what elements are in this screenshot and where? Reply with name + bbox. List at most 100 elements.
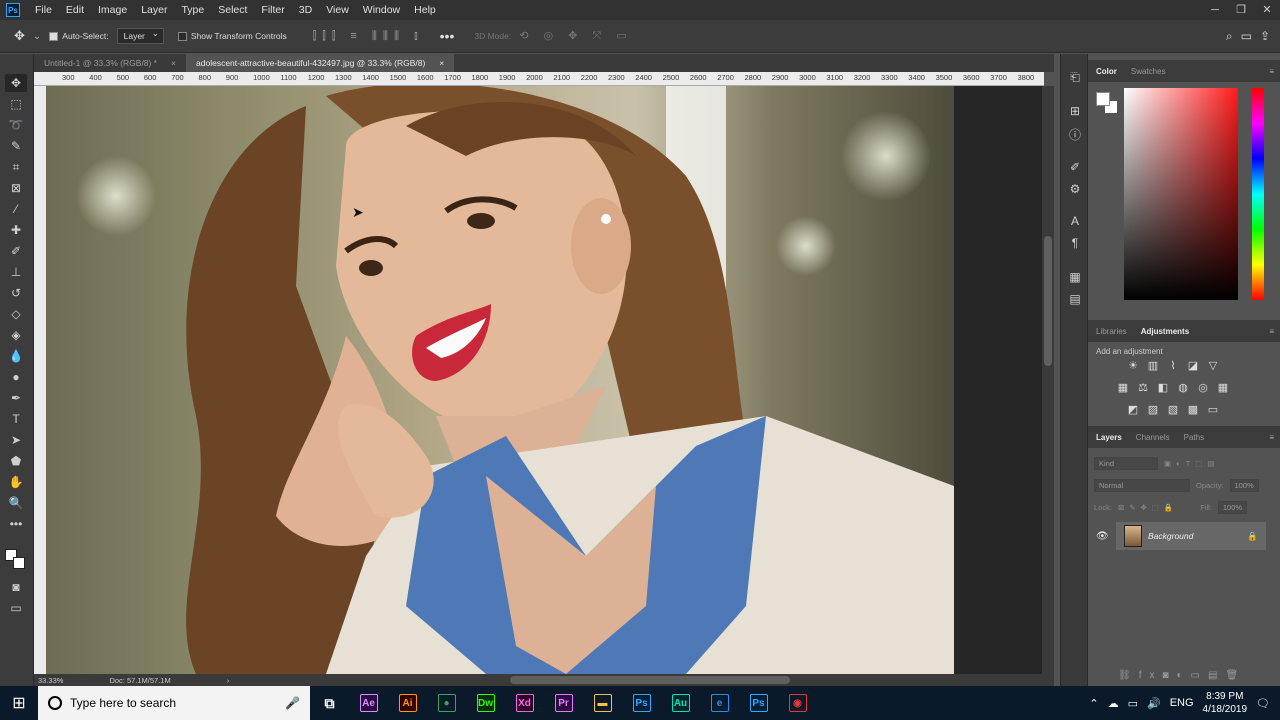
auto-select-target-dropdown[interactable]: Layer	[116, 28, 164, 44]
info-icon[interactable]: ⓘ	[1067, 126, 1083, 143]
close-icon[interactable]: ×	[439, 54, 444, 72]
selective-color-icon[interactable]: ▩	[1186, 404, 1200, 416]
opacity-field[interactable]: 100%	[1229, 478, 1259, 492]
glyphs-icon[interactable]: ▦	[1067, 270, 1083, 284]
tab-libraries[interactable]: Libraries	[1096, 327, 1127, 336]
brush-settings-icon[interactable]: ⚙	[1067, 182, 1083, 196]
gradient-tool-icon[interactable]: ◈	[5, 326, 27, 344]
taskbar-app-9[interactable]: e	[700, 686, 739, 720]
type-tool-icon[interactable]: T	[5, 410, 27, 428]
photo-filter-icon[interactable]: ◍	[1176, 382, 1190, 394]
properties-icon[interactable]: ⊞	[1067, 104, 1083, 118]
exposure-icon[interactable]: ◪	[1186, 360, 1200, 372]
taskbar-app-3[interactable]: Dw	[466, 686, 505, 720]
foreground-swatch[interactable]	[1096, 92, 1110, 106]
tab-color[interactable]: Color	[1096, 67, 1117, 76]
share-icon[interactable]: ⇪	[1260, 29, 1270, 43]
posterize-icon[interactable]: ▨	[1146, 404, 1160, 416]
horizontal-scroll-thumb[interactable]	[510, 676, 790, 684]
taskbar-app-2[interactable]: ●	[427, 686, 466, 720]
zoom-level[interactable]: 33.33%	[38, 676, 63, 685]
dodge-tool-icon[interactable]: ●	[5, 368, 27, 386]
menu-select[interactable]: Select	[211, 4, 254, 16]
taskbar-app-11[interactable]: ◉	[778, 686, 817, 720]
color-lookup-icon[interactable]: ▦	[1216, 382, 1230, 394]
healing-brush-tool-icon[interactable]: ✚	[5, 221, 27, 239]
move-tool-icon[interactable]: ✥	[14, 28, 25, 44]
show-transform-checkbox-box[interactable]	[177, 31, 187, 41]
task-view-icon[interactable]: ⧉	[310, 686, 349, 720]
tab-untitled-1[interactable]: Untitled-1 @ 33.3% (RGB/8) * ×	[34, 54, 186, 72]
clone-stamp-tool-icon[interactable]: ⊥	[5, 263, 27, 281]
brightness-icon[interactable]: ☀	[1126, 360, 1140, 372]
workspace-icon[interactable]: ▭	[1241, 29, 1252, 43]
volume-icon[interactable]: 🔊	[1147, 697, 1161, 710]
zoom-tool-icon[interactable]: 🔍	[5, 494, 27, 512]
notifications-icon[interactable]: 🗨	[1256, 697, 1270, 710]
blur-tool-icon[interactable]: 💧	[5, 347, 27, 365]
filter-type-icons[interactable]: ▣◐T⬚▤	[1164, 459, 1219, 468]
show-hidden-icons-icon[interactable]: ⌃	[1089, 697, 1098, 710]
network-icon[interactable]: ▭	[1128, 697, 1138, 710]
close-button[interactable]: ✕	[1254, 0, 1280, 20]
taskbar-app-1[interactable]: Ai	[388, 686, 427, 720]
menu-layer[interactable]: Layer	[134, 4, 174, 16]
tab-swatches[interactable]: Swatches	[1131, 67, 1166, 76]
minimize-button[interactable]: ─	[1202, 0, 1228, 20]
tab-channels[interactable]: Channels	[1136, 433, 1170, 442]
quick-select-tool-icon[interactable]: ✎	[5, 137, 27, 155]
notes-icon[interactable]: ▤	[1067, 292, 1083, 306]
channel-mixer-icon[interactable]: ◎	[1196, 382, 1210, 394]
curves-icon[interactable]: ⌇	[1166, 360, 1180, 372]
tool-preset-dropdown[interactable]: ⌄	[33, 31, 41, 42]
menu-image[interactable]: Image	[91, 4, 134, 16]
eyedropper-tool-icon[interactable]: ⁄	[5, 200, 27, 218]
brush-tool-icon[interactable]: ✐	[5, 242, 27, 260]
hand-tool-icon[interactable]: ✋	[5, 473, 27, 491]
eye-icon[interactable]: 👁	[1096, 531, 1109, 542]
history-brush-tool-icon[interactable]: ↺	[5, 284, 27, 302]
menu-filter[interactable]: Filter	[254, 4, 291, 16]
history-icon[interactable]: ⎗	[1067, 70, 1083, 85]
hue-saturation-icon[interactable]: ▦	[1116, 382, 1130, 394]
shape-tool-icon[interactable]: ⬟	[5, 452, 27, 470]
align-icons[interactable]: ⫿⫿⫿ ≡ ⫼⫼⫼ ⫾	[313, 30, 424, 43]
lasso-tool-icon[interactable]: ➰	[5, 116, 27, 134]
tab-paths[interactable]: Paths	[1184, 433, 1204, 442]
quick-mask-icon[interactable]: ◙	[5, 578, 27, 596]
pen-tool-icon[interactable]: ✒	[5, 389, 27, 407]
close-icon[interactable]: ×	[171, 54, 176, 72]
black-white-icon[interactable]: ◧	[1156, 382, 1170, 394]
tab-adjustments[interactable]: Adjustments	[1141, 327, 1189, 336]
layer-footer-icons[interactable]: ⛓fx◙◐▭▤🗑	[1118, 670, 1246, 681]
taskbar-app-8[interactable]: Au	[661, 686, 700, 720]
menu-3d[interactable]: 3D	[292, 4, 319, 16]
color-balance-icon[interactable]: ⚖	[1136, 382, 1150, 394]
more-options-icon[interactable]: •••	[440, 28, 455, 44]
panel-menu-icon[interactable]: ≡	[1269, 327, 1274, 336]
screen-mode-icon[interactable]: ▭	[5, 599, 27, 617]
paragraph-icon[interactable]: ¶	[1067, 236, 1083, 250]
taskbar-app-7[interactable]: Ps	[622, 686, 661, 720]
hue-slider[interactable]	[1252, 88, 1264, 300]
move-tool-icon[interactable]: ✥	[5, 74, 27, 92]
taskbar-app-4[interactable]: Xd	[505, 686, 544, 720]
3d-mode-icons[interactable]: ⟲ ◎ ✥ ⤧ ▭	[519, 29, 632, 43]
layer-filter-kind-dropdown[interactable]: Kind	[1094, 456, 1158, 470]
menu-file[interactable]: File	[28, 4, 59, 16]
status-menu-arrow[interactable]: ›	[227, 676, 230, 685]
clock[interactable]: 8:39 PM 4/18/2019	[1203, 690, 1248, 716]
menu-view[interactable]: View	[319, 4, 356, 16]
taskbar-search-box[interactable]: Type here to search 🎤	[38, 686, 310, 720]
character-icon[interactable]: A	[1067, 214, 1083, 228]
vertical-scrollbar[interactable]	[1042, 86, 1054, 674]
menu-help[interactable]: Help	[407, 4, 443, 16]
windows-start-icon[interactable]: ⊞	[0, 686, 38, 720]
menu-edit[interactable]: Edit	[59, 4, 91, 16]
threshold-icon[interactable]: ▧	[1166, 404, 1180, 416]
more-tools-icon[interactable]: •••	[5, 515, 27, 533]
horizontal-ruler[interactable]: 300 400 500 600 700 800 900 1000 1100 1200 1300 140…	[34, 72, 1044, 86]
crop-tool-icon[interactable]: ⌗	[5, 158, 27, 176]
auto-select-checkbox[interactable]: Auto-Select:	[49, 31, 109, 41]
invert-icon[interactable]: ◩	[1126, 404, 1140, 416]
